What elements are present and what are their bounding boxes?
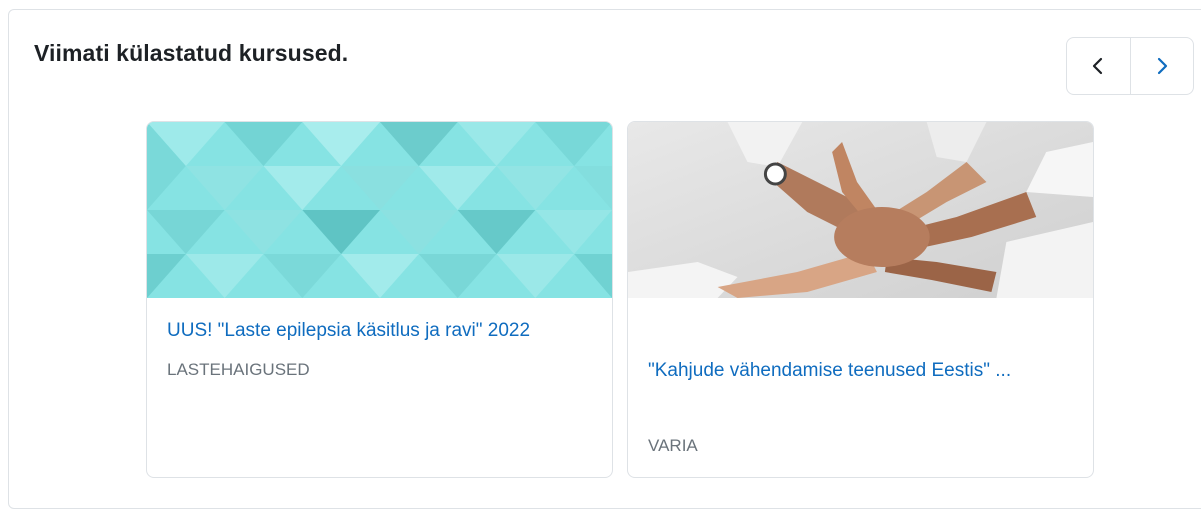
course-category: LASTEHAIGUSED bbox=[167, 360, 310, 379]
chevron-right-icon bbox=[1157, 57, 1167, 75]
previous-button[interactable] bbox=[1067, 38, 1130, 94]
chevron-left-icon bbox=[1093, 57, 1103, 75]
course-image-photo[interactable] bbox=[628, 122, 1093, 298]
course-image-pattern[interactable] bbox=[147, 122, 612, 298]
course-category: VARIA bbox=[648, 436, 698, 455]
carousel-nav bbox=[1066, 37, 1194, 95]
next-button[interactable] bbox=[1129, 38, 1194, 94]
course-name-link[interactable]: "Kahjude vähendamise teenused Eestis" ..… bbox=[648, 360, 1011, 382]
course-card[interactable]: UUS! "Laste epilepsia käsitlus ja ravi" … bbox=[146, 121, 613, 478]
course-card[interactable]: "Kahjude vähendamise teenused Eestis" ..… bbox=[627, 121, 1094, 478]
course-name-link[interactable]: UUS! "Laste epilepsia käsitlus ja ravi" … bbox=[167, 320, 530, 342]
section-title: Viimati külastatud kursused. bbox=[34, 40, 349, 66]
